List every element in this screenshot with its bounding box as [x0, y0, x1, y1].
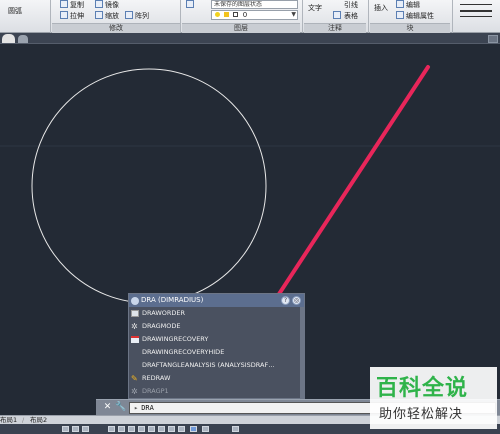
- tpy-toggle[interactable]: [168, 426, 175, 432]
- layer-panel-caption[interactable]: 图层: [182, 23, 300, 33]
- text-button[interactable]: 文字: [308, 3, 322, 13]
- autocomplete-item-redraw[interactable]: ✎ REDRAW: [129, 372, 304, 385]
- ribbon: 圆弧 复制 拉伸 镜像 缩放 阵列 修改 未保存的图层状态 0 ▼ 图层 文字 …: [0, 0, 500, 33]
- block-panel-caption[interactable]: 块: [370, 23, 450, 33]
- command-autocomplete-list: DRA (DIMRADIUS) ? ◎ DRAWORDER ✲ DRAGMODE…: [128, 293, 305, 399]
- wrench-icon[interactable]: 🔧: [115, 402, 126, 413]
- gear-icon: ✲: [131, 387, 138, 396]
- lightbulb-icon: [215, 12, 220, 17]
- osnap-toggle[interactable]: [118, 426, 125, 432]
- command-input-value: DRA: [141, 404, 154, 412]
- autocomplete-header-label: DRA (DIMRADIUS): [141, 296, 204, 304]
- layer-combo[interactable]: 0 ▼: [211, 10, 298, 20]
- autocomplete-item-dragmode[interactable]: ✲ DRAGMODE: [129, 320, 304, 333]
- document-tab-bar: [0, 33, 500, 44]
- autocomplete-item-label: DRAGMODE: [142, 322, 181, 330]
- autocomplete-item-draworder[interactable]: DRAWORDER: [129, 307, 304, 320]
- tab-separator: /: [22, 416, 25, 424]
- autocomplete-item-draftangleanalysis[interactable]: DRAFTANGLEANALYSIS (ANALYSISDRAF…: [129, 359, 304, 372]
- drawing-tab[interactable]: [2, 34, 15, 43]
- draw-arc-label[interactable]: 圆弧: [8, 6, 22, 16]
- table-button[interactable]: 表格: [344, 11, 358, 21]
- command-prompt-icon: ▸: [134, 404, 139, 412]
- insert-button[interactable]: 插入: [374, 3, 388, 13]
- tab-layout2[interactable]: 布局2: [30, 416, 47, 424]
- mirror-button[interactable]: 镜像: [105, 0, 119, 10]
- tab-layout1[interactable]: 布局1: [0, 416, 17, 424]
- layer-properties-icon[interactable]: [186, 0, 194, 8]
- otrack-toggle[interactable]: [128, 426, 135, 432]
- autocomplete-item-label: DRAWINGRECOVERY: [142, 335, 209, 343]
- ortho-toggle[interactable]: [82, 426, 89, 432]
- draworder-icon: [131, 310, 139, 317]
- watermark-logo: 百科全说 助你轻松解决: [370, 367, 497, 429]
- annotation-panel-caption[interactable]: 注释: [304, 23, 366, 33]
- ribbon-separator: [302, 0, 303, 33]
- lineweight-icon[interactable]: [460, 10, 492, 12]
- edit-attribute-icon: [396, 11, 404, 19]
- ribbon-separator: [50, 0, 51, 33]
- autocomplete-item-label: DRAGP1: [142, 387, 169, 395]
- modify-panel-caption[interactable]: 修改: [52, 23, 180, 33]
- polar-toggle[interactable]: [108, 426, 115, 432]
- circle-object[interactable]: [31, 68, 267, 304]
- tab-menu-button[interactable]: [488, 35, 498, 43]
- dyn-toggle[interactable]: [148, 426, 155, 432]
- array-button[interactable]: 阵列: [135, 11, 149, 21]
- copy-button[interactable]: 复制: [70, 0, 84, 10]
- edit-block-button[interactable]: 编辑: [406, 0, 420, 10]
- autocomplete-item-label: DRAWORDER: [142, 309, 186, 317]
- autocomplete-item-drawingrecoveryhide[interactable]: DRAWINGRECOVERYHIDE: [129, 346, 304, 359]
- lineweight-icon[interactable]: [460, 4, 492, 5]
- ribbon-separator: [452, 0, 453, 33]
- gear-icon: ✲: [131, 322, 138, 331]
- mirror-icon: [95, 0, 103, 8]
- scale-icon: [95, 11, 103, 19]
- recovery-icon: [131, 336, 139, 343]
- stretch-button[interactable]: 拉伸: [70, 11, 84, 21]
- chevron-down-icon: ▼: [291, 11, 296, 18]
- layer-state-combo[interactable]: 未保存的图层状态: [211, 0, 298, 9]
- grid-toggle[interactable]: [72, 426, 79, 432]
- autocad-window: 圆弧 复制 拉伸 镜像 缩放 阵列 修改 未保存的图层状态 0 ▼ 图层 文字 …: [0, 0, 500, 434]
- watermark-subtitle: 助你轻松解决: [379, 407, 464, 422]
- new-tab-button[interactable]: [18, 35, 28, 43]
- layer-name: 0: [242, 11, 248, 19]
- autocomplete-item-label: DRAFTANGLEANALYSIS (ANALYSISDRAF…: [142, 361, 275, 369]
- color-swatch-icon: [233, 12, 239, 17]
- table-icon: [333, 11, 341, 19]
- snap-toggle[interactable]: [62, 426, 69, 432]
- edit-block-icon: [396, 0, 404, 8]
- lwt-toggle[interactable]: [158, 426, 165, 432]
- ribbon-separator: [180, 0, 181, 33]
- array-icon: [125, 11, 133, 19]
- stretch-icon: [60, 11, 68, 19]
- linetype-icon[interactable]: [460, 16, 492, 17]
- help-icon[interactable]: ?: [281, 296, 290, 305]
- model-button[interactable]: [232, 426, 239, 432]
- globe-icon[interactable]: ◎: [292, 296, 301, 305]
- qp-toggle[interactable]: [178, 426, 185, 432]
- watermark-title: 百科全说: [376, 376, 469, 401]
- close-icon[interactable]: ✕: [102, 402, 113, 413]
- sun-icon: [224, 12, 230, 17]
- autocomplete-scrollbar[interactable]: [300, 307, 304, 398]
- ribbon-separator: [368, 0, 369, 33]
- scale-button[interactable]: 缩放: [105, 11, 119, 21]
- autocomplete-item-dragp1[interactable]: ✲ DRAGP1: [129, 385, 304, 398]
- autocomplete-item-label: REDRAW: [142, 374, 171, 382]
- dimradius-icon: [131, 297, 139, 305]
- pencil-icon: ✎: [131, 374, 138, 383]
- ducs-toggle[interactable]: [138, 426, 145, 432]
- autocomplete-header[interactable]: DRA (DIMRADIUS) ? ◎: [129, 294, 304, 307]
- edit-attribute-button[interactable]: 编辑属性: [406, 11, 434, 21]
- autocomplete-item-drawingrecovery[interactable]: DRAWINGRECOVERY: [129, 333, 304, 346]
- autocomplete-item-label: DRAWINGRECOVERYHIDE: [142, 348, 225, 356]
- copy-icon: [60, 0, 68, 8]
- leader-button[interactable]: 引线: [344, 0, 358, 10]
- sc-toggle[interactable]: [190, 426, 197, 432]
- am-toggle[interactable]: [202, 426, 209, 432]
